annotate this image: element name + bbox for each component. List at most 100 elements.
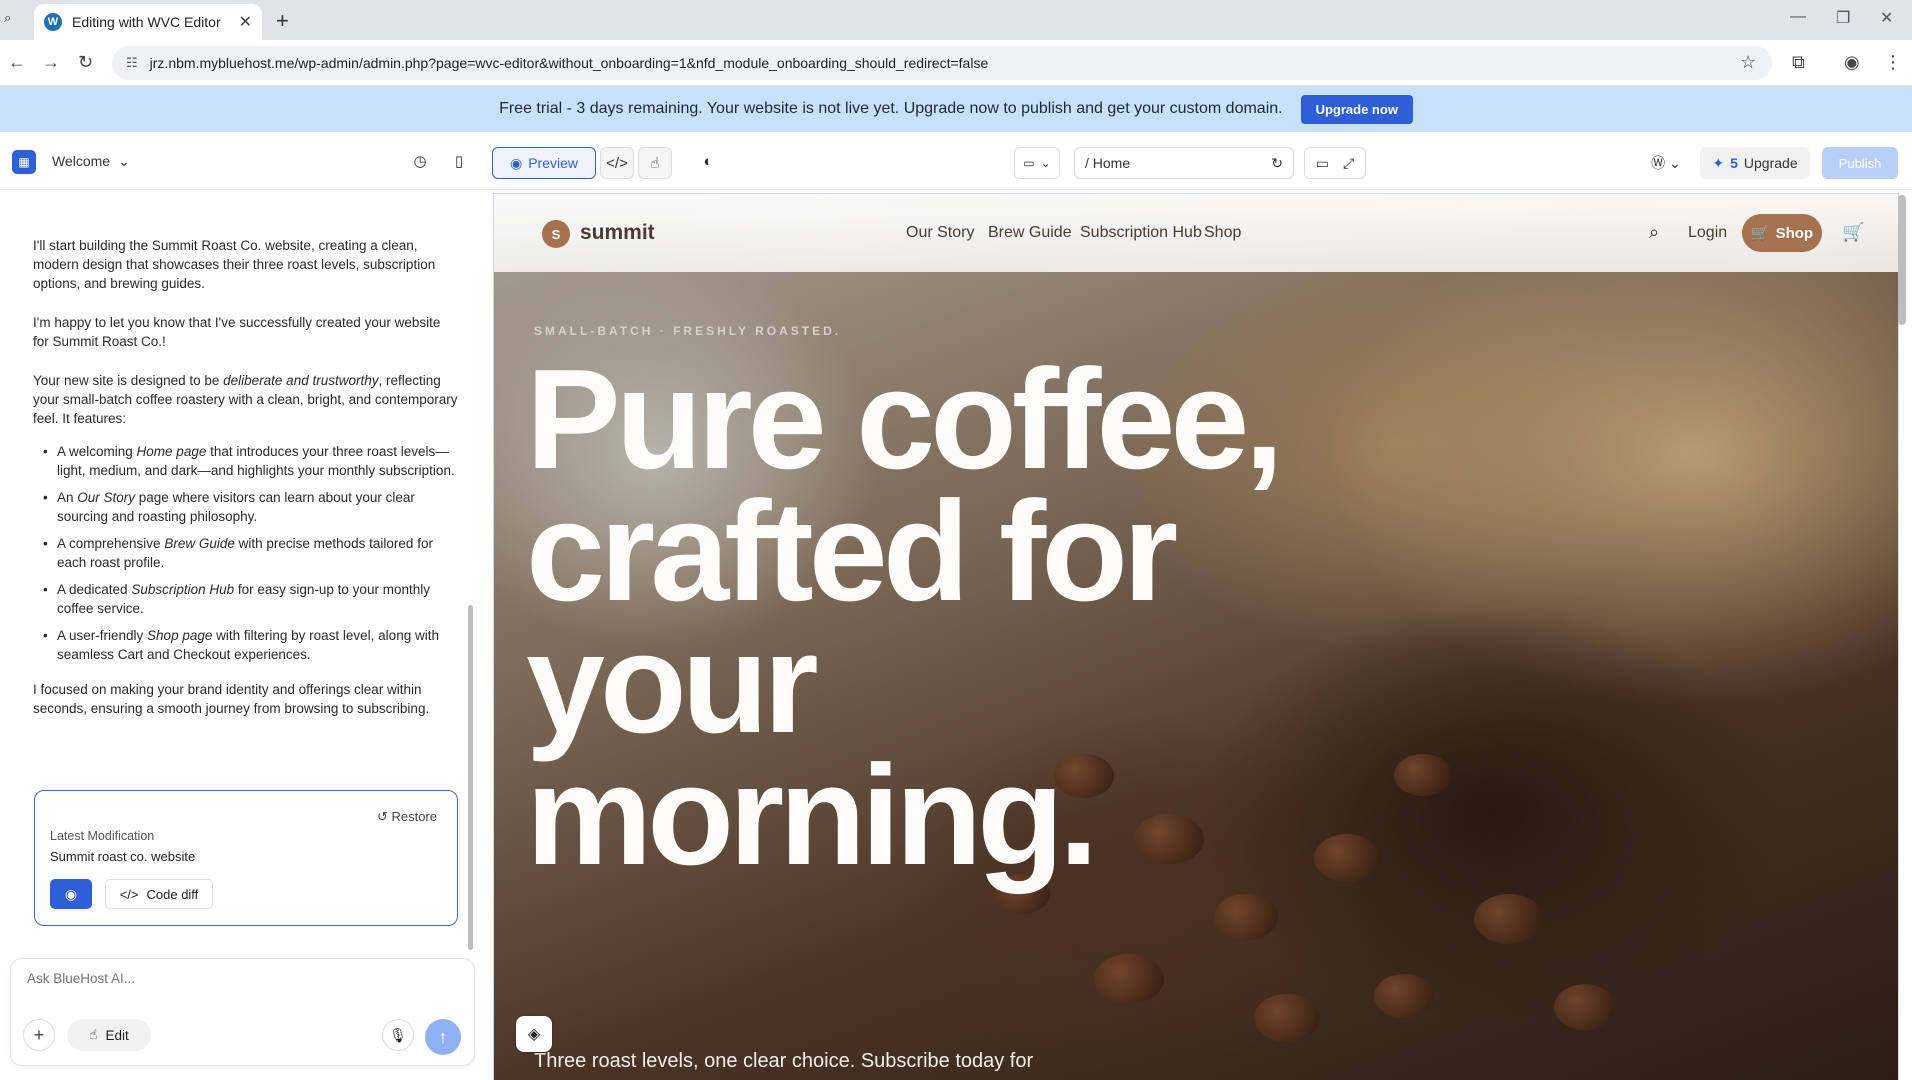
add-attachment-button[interactable]: + (23, 1019, 55, 1051)
tab-title: Editing with WVC Editor (72, 14, 221, 30)
sidebar-toggle-icon[interactable]: ▯ (442, 145, 476, 177)
menu-item-subscription-hub[interactable]: Subscription Hub (1080, 224, 1202, 242)
microphone-icon[interactable]: 🎙 (382, 1019, 414, 1051)
history-icon[interactable]: ◷ (403, 145, 437, 177)
search-icon[interactable]: ⌕ (1649, 222, 1659, 243)
refresh-icon[interactable]: ↻ (1271, 155, 1283, 172)
address-bar-row: ← → ↻ ☷ jrz.nbm.mybluehost.me/wp-admin/a… (0, 40, 1912, 86)
shop-button[interactable]: 🛒 Shop (1742, 214, 1822, 252)
chat-composer: + ☝Edit 🎙 ↑ (10, 958, 475, 1066)
trial-banner: Free trial - 3 days remaining. Your webs… (0, 86, 1912, 132)
wordpress-icon: W (44, 13, 62, 31)
profile-icon[interactable]: ◉ (1844, 52, 1860, 73)
page-path-text: / Home (1085, 155, 1131, 171)
code-icon: </> (119, 886, 139, 902)
upgrade-label: Upgrade (1743, 155, 1798, 171)
url-field[interactable]: ☷ jrz.nbm.mybluehost.me/wp-admin/admin.p… (112, 46, 1772, 80)
list-item: A user-friendly Shop page with filtering… (33, 626, 458, 664)
reload-icon[interactable]: ↻ (78, 52, 93, 73)
hero-eyebrow: SMALL-BATCH · FRESHLY ROASTED. (534, 324, 842, 338)
wordpress-menu[interactable]: Ⓦ ⌄ (1646, 147, 1686, 179)
hero-headline: Pure coffee, crafted for your morning. (526, 340, 1284, 895)
site-logo-text[interactable]: summit (580, 221, 655, 245)
upgrade-now-button[interactable]: Upgrade now (1300, 94, 1413, 124)
latest-modification-card: ↺ Restore Latest Modification Summit roa… (34, 790, 458, 926)
site-info-icon[interactable]: ☷ (126, 55, 138, 71)
layers-icon[interactable]: ◈ (516, 1016, 552, 1052)
list-item: An Our Story page where visitors can lea… (33, 488, 458, 526)
trial-banner-text: Free trial - 3 days remaining. Your webs… (499, 100, 1283, 117)
site-preview-canvas[interactable]: S summit Our Story Brew Guide Subscripti… (493, 193, 1899, 1080)
list-item: A comprehensive Brew Guide with precise … (33, 534, 458, 572)
menu-item-our-story[interactable]: Our Story (906, 224, 974, 242)
browser-tabstrip: ⌕ W Editing with WVC Editor ✕ + — ❐ ✕ (0, 0, 1912, 40)
wordpress-icon: Ⓦ (1651, 155, 1666, 171)
modification-title: Summit roast co. website (50, 849, 196, 864)
list-item: A dedicated Subscription Hub for easy si… (33, 580, 458, 618)
welcome-label: Welcome (52, 153, 111, 169)
credits-upgrade-button[interactable]: ✦ 5 Upgrade (1700, 147, 1810, 179)
hero-subline: Three roast levels, one clear choice. Su… (534, 1050, 1034, 1072)
desktop-icon[interactable]: ▭ (1316, 155, 1329, 172)
pointer-icon: ☝ (89, 1027, 98, 1042)
extensions-icon[interactable]: ⧉ (1792, 52, 1805, 73)
edit-mode-button[interactable]: ☝ Edit (67, 1019, 151, 1051)
menu-item-shop[interactable]: Shop (1204, 224, 1241, 242)
preview-label: Preview (528, 155, 578, 171)
device-toggle[interactable]: ▭ ⤢ (1304, 147, 1366, 179)
apps-grid-icon[interactable]: ▦ (12, 150, 36, 174)
list-item: A welcoming Home page that introduces yo… (33, 442, 458, 480)
chat-message: Your new site is designed to be delibera… (33, 373, 458, 426)
preview-button[interactable]: ◉ Preview (492, 147, 596, 179)
site-header: S summit Our Story Brew Guide Subscripti… (494, 194, 1898, 272)
back-icon[interactable]: ← (8, 52, 26, 73)
close-tab-icon[interactable]: ✕ (239, 12, 252, 32)
tab-search-icon[interactable]: ⌕ (4, 10, 24, 30)
cart-icon[interactable]: 🛒 (1842, 222, 1864, 243)
chat-message: I focused on making your brand identity … (33, 682, 430, 716)
welcome-dropdown[interactable]: Welcome ⌄ (52, 149, 130, 173)
credits-count: 5 (1730, 155, 1738, 171)
page-type-dropdown[interactable]: ▭ ⌄ (1014, 147, 1060, 179)
login-link[interactable]: Login (1688, 224, 1727, 242)
select-pointer-icon[interactable]: ☝ (638, 147, 672, 179)
cart-icon: 🛒 (1750, 225, 1770, 242)
chat-message: I'm happy to let you know that I've succ… (33, 315, 441, 349)
latest-modification-label: Latest Modification (50, 829, 155, 843)
chat-message: I'll start building the Summit Roast Co.… (33, 238, 436, 291)
publish-button[interactable]: Publish (1822, 147, 1898, 179)
code-diff-button[interactable]: </> Code diff (105, 879, 213, 909)
palette-icon[interactable]: ◐ (691, 145, 725, 177)
restore-icon: ↺ (376, 809, 388, 824)
browser-menu-icon[interactable]: ⋮ (1884, 52, 1902, 73)
code-view-icon[interactable]: </> (600, 147, 634, 179)
restore-window-icon[interactable]: ❐ (1836, 8, 1850, 28)
canvas-scrollbar[interactable] (1898, 195, 1906, 325)
minimize-icon[interactable]: — (1790, 8, 1806, 26)
site-logo-mark[interactable]: S (542, 220, 570, 248)
browser-tab[interactable]: W Editing with WVC Editor ✕ (34, 4, 262, 40)
close-window-icon[interactable]: ✕ (1880, 8, 1893, 28)
ai-chat-sidebar: I'll start building the Summit Roast Co.… (0, 190, 488, 1080)
sparkle-icon: ✦ (1712, 154, 1725, 171)
menu-item-brew-guide[interactable]: Brew Guide (988, 224, 1072, 242)
page-path-field[interactable]: / Home ↻ (1074, 147, 1294, 179)
url-text: jrz.nbm.mybluehost.me/wp-admin/admin.php… (149, 55, 989, 71)
page-icon: ▭ (1023, 156, 1035, 170)
restore-button[interactable]: ↺ Restore (377, 809, 437, 825)
view-modification-button[interactable]: ◉ (50, 879, 92, 909)
send-button[interactable]: ↑ (425, 1019, 461, 1055)
eye-icon: ◉ (509, 154, 523, 171)
chat-transcript: I'll start building the Summit Roast Co.… (33, 236, 458, 738)
editor-toolbar: ▦ Welcome ⌄ ◷ ▯ ◉ Preview </> ☝ ◐ ▭ ⌄ / … (0, 132, 1912, 190)
chevron-down-icon: ⌄ (1040, 156, 1051, 170)
chevron-down-icon: ⌄ (118, 152, 130, 169)
expand-icon[interactable]: ⤢ (1343, 155, 1354, 172)
new-tab-icon[interactable]: + (276, 8, 289, 34)
feature-list: A welcoming Home page that introduces yo… (33, 442, 458, 664)
bookmark-star-icon[interactable]: ☆ (1740, 52, 1756, 73)
forward-icon[interactable]: → (42, 52, 60, 73)
ask-ai-input[interactable] (27, 971, 427, 986)
chat-scrollbar[interactable] (468, 605, 473, 950)
eye-icon: ◉ (64, 885, 78, 902)
